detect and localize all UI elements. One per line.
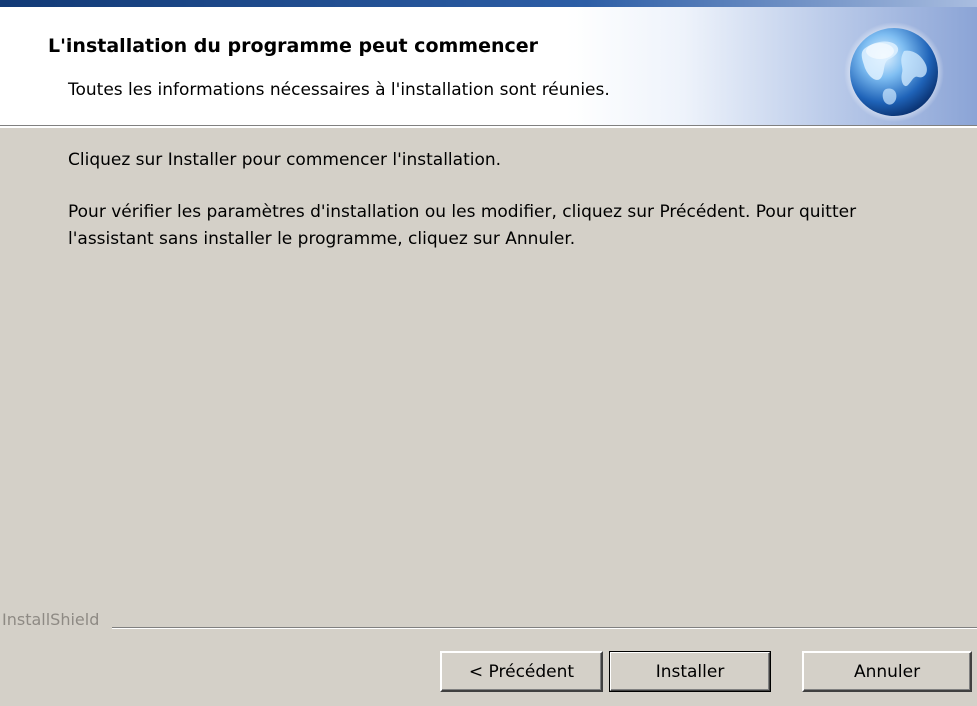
info-text-line-2: l'assistant sans installer le programme,… bbox=[68, 229, 576, 249]
header-separator bbox=[0, 126, 977, 128]
install-button[interactable]: Installer bbox=[609, 651, 771, 692]
instruction-text: Cliquez sur Installer pour commencer l'i… bbox=[68, 150, 502, 170]
header-title: L'installation du programme peut commenc… bbox=[48, 35, 539, 57]
info-text-line-1: Pour vérifier les paramètres d'installat… bbox=[68, 202, 857, 222]
cancel-button[interactable]: Annuler bbox=[802, 651, 972, 692]
back-button[interactable]: < Précédent bbox=[440, 651, 603, 692]
globe-icon bbox=[844, 22, 944, 122]
dialog-header: L'installation du programme peut commenc… bbox=[0, 7, 977, 126]
window-top-border bbox=[0, 0, 977, 7]
footer-divider bbox=[112, 627, 977, 629]
header-subtitle: Toutes les informations nécessaires à l'… bbox=[68, 80, 610, 100]
installshield-label: InstallShield bbox=[2, 610, 104, 629]
